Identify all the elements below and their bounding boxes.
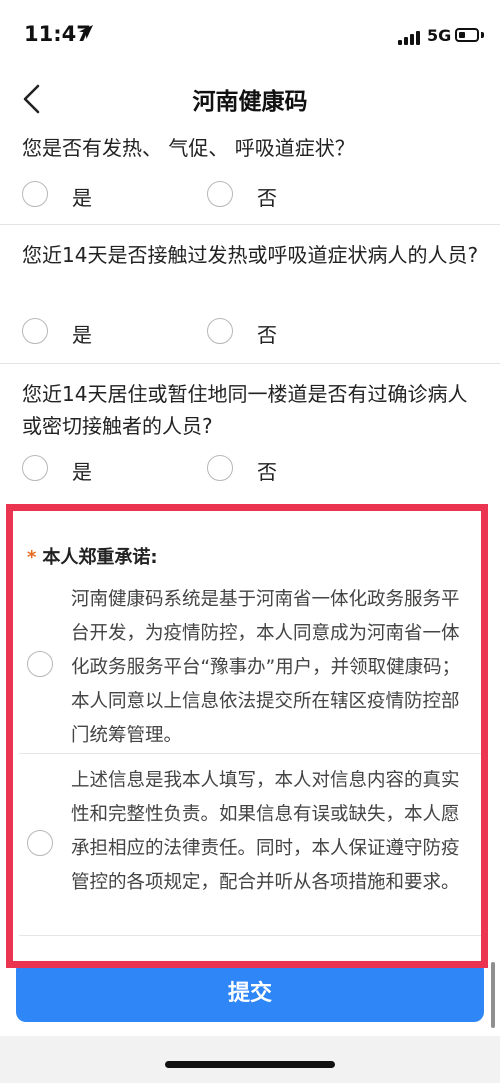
question-residence: 您近14天居住或暂住地同一楼道是否有过确诊病人或密切接触者的人员? 是 否 — [0, 364, 500, 500]
battery-level — [459, 32, 465, 38]
promise-text: 河南健康码系统是基于河南省一体化政务服务平台开发，为疫情防控，本人同意成为河南省… — [71, 589, 461, 746]
battery-icon — [455, 28, 479, 42]
nav-bar: 河南健康码 — [0, 70, 500, 124]
promise-text: 上述信息是我本人填写，本人对信息内容的真实性和完整性负责。如果信息有误或缺失，本… — [71, 770, 460, 893]
radio-yes[interactable] — [22, 318, 48, 344]
question-text: 您近14天居住或暂住地同一楼道是否有过确诊病人或密切接触者的人员? — [22, 382, 468, 438]
question-contact: 您近14天是否接触过发热或呼吸道症状病人的人员? 是 否 — [0, 225, 500, 363]
scrollbar[interactable] — [491, 962, 495, 1028]
option-no-label: 否 — [257, 460, 277, 484]
promise-radio[interactable] — [27, 651, 53, 677]
promise-radio[interactable] — [27, 830, 53, 856]
status-bar: 11:47 5G — [0, 0, 500, 70]
page-title: 河南健康码 — [192, 89, 308, 115]
radio-no[interactable] — [207, 318, 233, 344]
option-no-label: 否 — [257, 323, 277, 347]
option-yes-label: 是 — [72, 323, 92, 347]
question-text: 您是否有发热、 气促、 呼吸道症状？ — [22, 136, 355, 160]
option-yes-label: 是 — [72, 186, 92, 210]
question-text: 您近14天是否接触过发热或呼吸道症状病人的人员? — [22, 243, 479, 267]
radio-yes[interactable] — [22, 455, 48, 481]
radio-no[interactable] — [207, 455, 233, 481]
network-label: 5G — [427, 26, 452, 45]
option-no-label: 否 — [257, 186, 277, 210]
radio-yes[interactable] — [22, 181, 48, 207]
promise-section: * 本人郑重承诺: 河南健康码系统是基于河南省一体化政务服务平台开发，为疫情防控，… — [6, 504, 488, 968]
option-yes-label: 是 — [72, 460, 92, 484]
home-indicator[interactable] — [165, 1061, 335, 1068]
radio-no[interactable] — [207, 181, 233, 207]
question-fever: 您是否有发热、 气促、 呼吸道症状？ 是 否 — [0, 124, 500, 224]
battery-tip — [481, 32, 484, 38]
location-arrow-icon — [79, 25, 93, 39]
bottom-safe-area — [0, 1036, 500, 1083]
promise-item-responsibility[interactable]: 上述信息是我本人填写，本人对信息内容的真实性和完整性负责。如果信息有误或缺失，本… — [13, 754, 481, 930]
signal-icon — [398, 29, 422, 45]
submit-button[interactable]: 提交 — [16, 960, 484, 1022]
promise-title: * 本人郑重承诺: — [27, 543, 158, 569]
promise-item-consent[interactable]: 河南健康码系统是基于河南省一体化政务服务平台开发，为疫情防控，本人同意成为河南省… — [13, 577, 481, 753]
divider — [19, 935, 481, 936]
required-asterisk: * — [27, 547, 37, 568]
promise-title-text: 本人郑重承诺: — [42, 547, 158, 568]
